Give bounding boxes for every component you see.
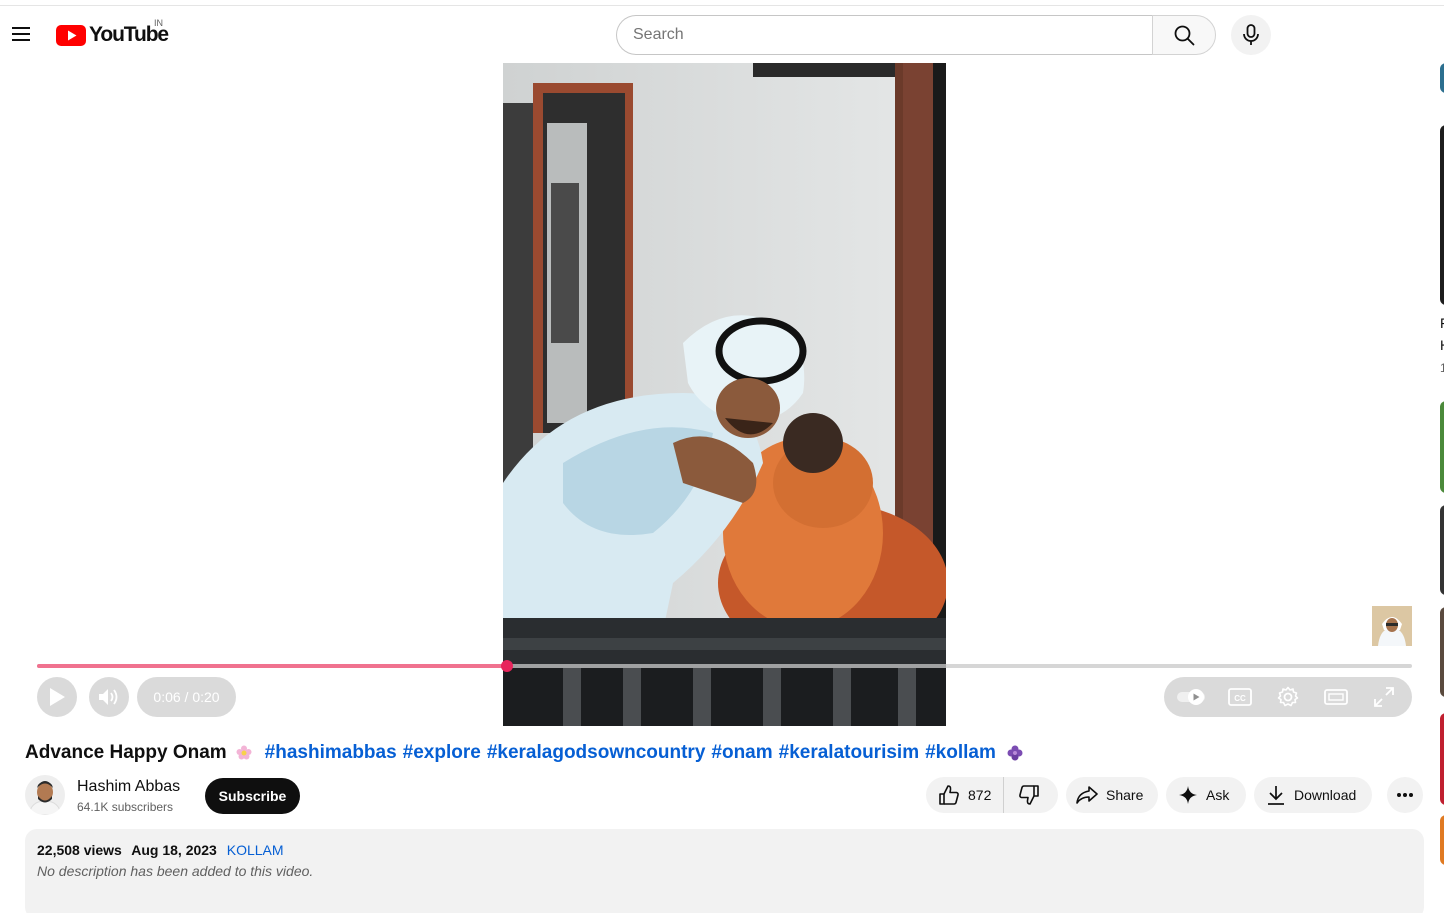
video-title-text: Advance Happy Onam [25, 742, 227, 763]
like-count: 872 [968, 787, 992, 803]
hashtag-link[interactable]: #kollam [925, 742, 996, 763]
purple-flower-emoji-icon [1007, 745, 1023, 761]
video-frame[interactable] [503, 63, 946, 726]
related-thumbnail[interactable] [1440, 401, 1444, 493]
related-thumbnail[interactable] [1440, 713, 1444, 805]
hashtag-list: #hashimabbas #explore #keralagodsowncountr… [265, 742, 1002, 764]
youtube-play-logo-icon [56, 24, 86, 46]
related-thumbnail[interactable] [1440, 607, 1444, 697]
channel-avatar-image [25, 775, 65, 815]
related-videos-edge: F H 1 [1436, 63, 1444, 913]
hashtag-link[interactable]: #keralagodsowncountry [487, 742, 706, 763]
related-thumbnail[interactable] [1440, 815, 1444, 865]
time-display: 0:06 / 0:20 [137, 677, 236, 717]
download-label: Download [1294, 787, 1357, 803]
masthead: YouTube IN [0, 6, 1444, 62]
channel-name[interactable]: Hashim Abbas [77, 778, 180, 796]
more-actions-button[interactable] [1387, 777, 1423, 813]
subscriber-count: 64.1K subscribers [77, 800, 174, 814]
guide-menu-button[interactable] [4, 14, 38, 54]
autoplay-toggle[interactable] [1170, 679, 1214, 715]
microphone-icon [1243, 24, 1259, 45]
mute-button[interactable] [89, 677, 129, 717]
related-thumbnail[interactable] [1440, 63, 1444, 93]
related-title-fragment: H [1440, 337, 1444, 353]
related-thumbnail[interactable] [1440, 125, 1444, 305]
more-horizontal-icon [1397, 793, 1413, 797]
download-button[interactable]: Download [1254, 777, 1372, 813]
related-title-fragment: F [1440, 315, 1444, 331]
youtube-logo[interactable]: YouTube IN [56, 18, 169, 50]
dislike-button[interactable] [1004, 777, 1054, 813]
autoplay-toggle-icon [1177, 689, 1205, 705]
description-meta: 22,508 views Aug 18, 2023 KOLLAM [37, 842, 290, 858]
search-input[interactable] [616, 15, 1153, 55]
hamburger-menu-icon [12, 27, 30, 41]
progress-played [37, 664, 508, 668]
description-box[interactable]: 22,508 views Aug 18, 2023 KOLLAM No desc… [25, 829, 1424, 913]
search-button[interactable] [1152, 15, 1216, 55]
download-icon [1268, 786, 1284, 805]
search-icon [1174, 25, 1195, 46]
volume-icon [99, 689, 118, 705]
view-count: 22,508 views [37, 842, 122, 858]
like-button[interactable]: 872 [926, 777, 1005, 813]
share-button[interactable]: Share [1066, 777, 1158, 813]
flower-emoji-icon [236, 745, 252, 760]
channel-watermark[interactable] [1372, 606, 1412, 646]
country-code: IN [154, 18, 163, 28]
like-dislike-group: 872 [926, 777, 1058, 813]
subtitles-button[interactable]: CC [1218, 679, 1262, 715]
video-player[interactable]: 0:06 / 0:20 CC [25, 63, 1424, 726]
share-label: Share [1106, 787, 1144, 803]
share-arrow-icon [1076, 786, 1098, 804]
ask-label: Ask [1206, 787, 1230, 803]
sparkle-icon [1179, 786, 1197, 804]
channel-watermark-image [1372, 606, 1412, 646]
description-text: No description has been added to this vi… [37, 863, 314, 879]
theater-mode-button[interactable] [1314, 679, 1358, 715]
subscribe-button[interactable]: Subscribe [205, 778, 300, 814]
play-icon [50, 688, 65, 706]
svg-text:CC: CC [1234, 694, 1246, 703]
hashtag-link[interactable]: #explore [403, 742, 481, 763]
progress-bar[interactable] [37, 660, 1412, 672]
closed-captions-icon: CC [1228, 688, 1252, 706]
youtube-watch-page: YouTube IN Search 0:06 / 0:20 CC 1 Advan… [0, 0, 1444, 913]
thumbs-down-icon [1019, 785, 1040, 805]
related-thumbnail[interactable] [1440, 505, 1444, 595]
fullscreen-icon [1374, 687, 1394, 707]
location-link[interactable]: KOLLAM [227, 842, 284, 858]
voice-search-button[interactable] [1231, 15, 1271, 55]
upload-date: Aug 18, 2023 [131, 842, 217, 858]
video-still-image [503, 63, 946, 726]
hashtag-link[interactable]: #keralatourisim [779, 742, 919, 763]
settings-button[interactable] [1266, 679, 1310, 715]
related-meta-fragment: 1 [1440, 361, 1444, 375]
hashtag-link[interactable]: #hashimabbas [265, 742, 397, 763]
fullscreen-button[interactable] [1362, 679, 1406, 715]
play-button[interactable] [37, 677, 77, 717]
hashtag-link[interactable]: #onam [711, 742, 772, 763]
player-right-controls: CC [1164, 677, 1412, 717]
time-readout: 0:06 / 0:20 [153, 689, 220, 705]
theater-mode-icon [1324, 689, 1348, 705]
channel-avatar[interactable] [25, 775, 65, 815]
thumbs-up-icon [939, 785, 959, 805]
ask-button[interactable]: Ask [1166, 777, 1246, 813]
video-title: Advance Happy Onam #hashimabbas #explore #… [25, 740, 1405, 766]
gear-icon [1277, 686, 1299, 707]
